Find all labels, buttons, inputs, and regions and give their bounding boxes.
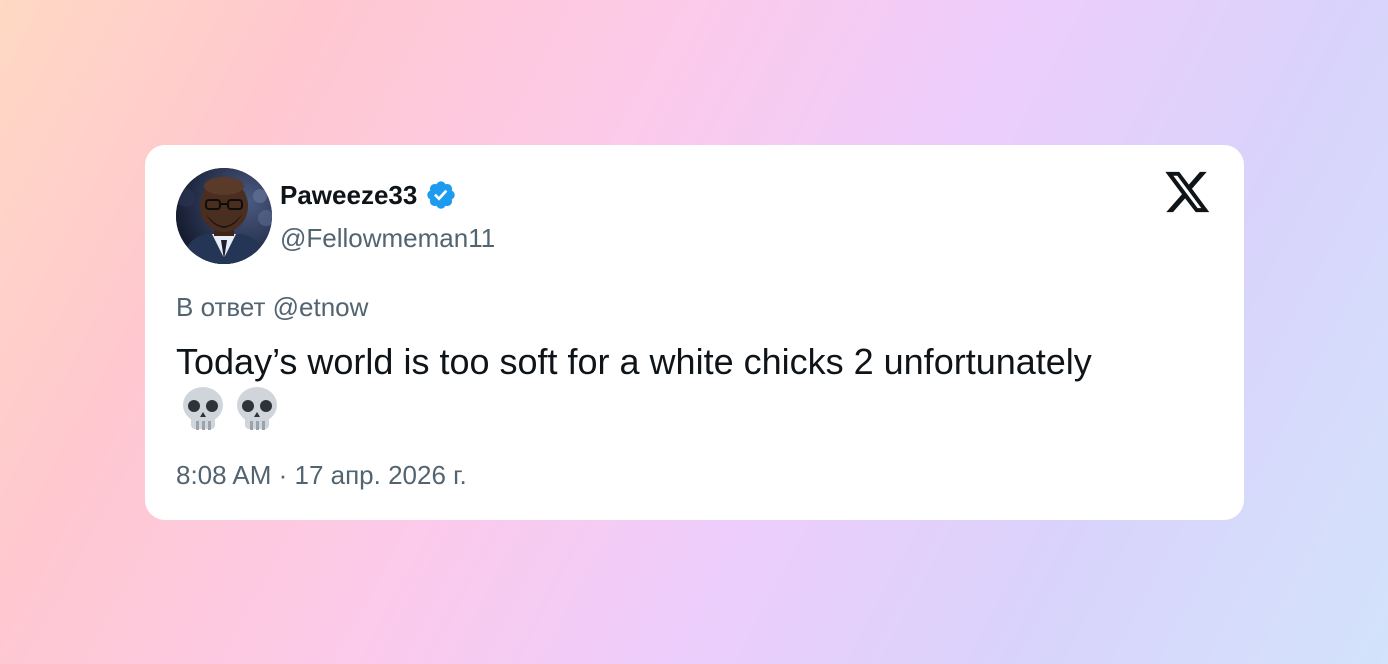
emoji-row: [180, 385, 280, 433]
tweet-text: Today’s world is too soft for a white ch…: [176, 341, 1092, 382]
tweet-timestamp[interactable]: 8:08 AM · 17 апр. 2026 г.: [176, 460, 467, 490]
tweet-card[interactable]: Paweeze33 @Fellowmeman11 В ответ @etnow …: [145, 145, 1244, 520]
skull-emoji-icon: [237, 387, 277, 430]
skull-emoji-icon: [183, 387, 223, 430]
reply-to-label[interactable]: В ответ @etnow: [176, 292, 368, 322]
verified-badge-icon: [427, 181, 455, 209]
user-handle[interactable]: @Fellowmeman11: [280, 223, 495, 253]
display-name[interactable]: Paweeze33: [280, 179, 457, 211]
display-name-text: Paweeze33: [280, 180, 418, 210]
avatar[interactable]: [176, 168, 272, 264]
x-logo-icon[interactable]: [1165, 171, 1211, 215]
